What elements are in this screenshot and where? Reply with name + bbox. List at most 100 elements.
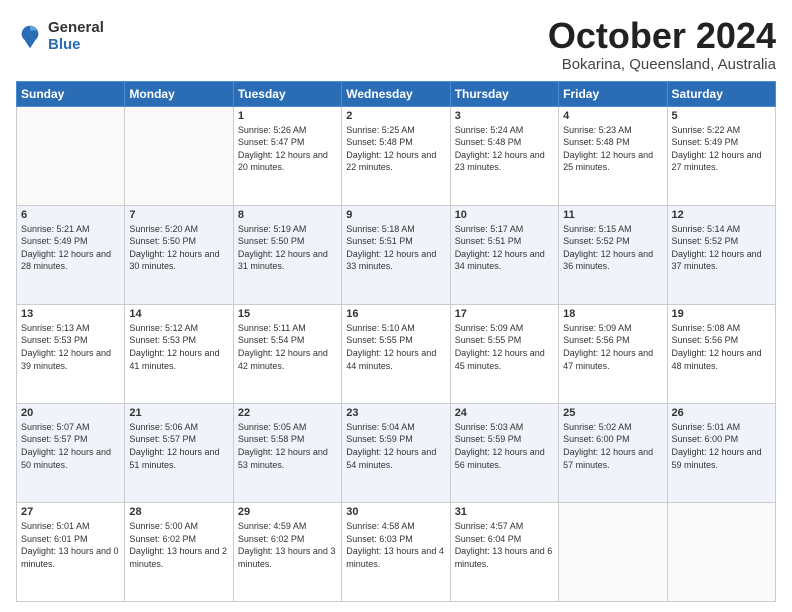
day-info: Sunrise: 5:01 AM Sunset: 6:01 PM Dayligh… [21,520,120,570]
table-row: 2Sunrise: 5:25 AM Sunset: 5:48 PM Daylig… [342,106,450,205]
table-row [17,106,125,205]
day-info: Sunrise: 5:09 AM Sunset: 5:55 PM Dayligh… [455,322,554,372]
logo: General Blue [16,20,104,53]
day-number: 16 [346,308,445,320]
table-row: 31 Sunrise: 4:57 AM Sunset: 6:04 PM Dayli… [450,502,558,601]
logo-blue-text: Blue [48,37,104,54]
table-row: 6 Sunrise: 5:21 AM Sunset: 5:49 PM Daylig… [17,205,125,304]
table-row: 16 Sunrise: 5:10 AM Sunset: 5:55 PM Dayli… [342,304,450,403]
day-info: Sunrise: 5:06 AM Sunset: 5:57 PM Dayligh… [129,421,228,471]
table-row: 7 Sunrise: 5:20 AM Sunset: 5:50 PM Daylig… [125,205,233,304]
day-info: Sunrise: 5:10 AM Sunset: 5:55 PM Dayligh… [346,322,445,372]
day-number: 27 [21,506,120,518]
table-row: 24 Sunrise: 5:03 AM Sunset: 5:59 PM Dayli… [450,403,558,502]
day-number: 19 [672,308,771,320]
table-row: 27 Sunrise: 5:01 AM Sunset: 6:01 PM Dayli… [17,502,125,601]
day-number: 25 [563,407,662,419]
col-saturday: Saturday [667,81,775,106]
table-row: 4 Sunrise: 5:23 AM Sunset: 5:48 PM Daylig… [559,106,667,205]
table-row: 11 Sunrise: 5:15 AM Sunset: 5:52 PM Dayli… [559,205,667,304]
logo-icon [16,23,44,51]
col-sunday: Sunday [17,81,125,106]
day-info: Sunrise: 5:24 AM Sunset: 5:48 PM Dayligh… [455,124,554,174]
day-number: 9 [346,209,445,221]
page: General Blue October 2024 Bokarina, Quee… [0,0,792,612]
day-number: 30 [346,506,445,518]
day-info: Sunrise: 5:21 AM Sunset: 5:49 PM Dayligh… [21,223,120,273]
table-row: 1 Sunrise: 5:26 AM Sunset: 5:47 PM Daylig… [233,106,341,205]
title-block: October 2024 Bokarina, Queensland, Austr… [548,16,776,73]
day-number: 2 [346,110,445,122]
table-row: 15Sunrise: 5:11 AM Sunset: 5:54 PM Dayli… [233,304,341,403]
table-row: 18 Sunrise: 5:09 AM Sunset: 5:56 PM Dayli… [559,304,667,403]
table-row: 12 Sunrise: 5:14 AM Sunset: 5:52 PM Dayli… [667,205,775,304]
table-row: 14 Sunrise: 5:12 AM Sunset: 5:53 PM Dayli… [125,304,233,403]
header: General Blue October 2024 Bokarina, Quee… [16,16,776,73]
table-row: 9 Sunrise: 5:18 AM Sunset: 5:51 PM Daylig… [342,205,450,304]
day-info: Sunrise: 5:04 AM Sunset: 5:59 PM Dayligh… [346,421,445,471]
day-info: Sunrise: 5:23 AM Sunset: 5:48 PM Dayligh… [563,124,662,174]
day-number: 21 [129,407,228,419]
day-info: Sunrise: 5:02 AM Sunset: 6:00 PM Dayligh… [563,421,662,471]
day-info: Sunrise: 5:17 AM Sunset: 5:51 PM Dayligh… [455,223,554,273]
day-number: 13 [21,308,120,320]
table-row: 22Sunrise: 5:05 AM Sunset: 5:58 PM Dayli… [233,403,341,502]
location: Bokarina, Queensland, Australia [548,56,776,73]
day-number: 14 [129,308,228,320]
table-row: 10 Sunrise: 5:17 AM Sunset: 5:51 PM Dayli… [450,205,558,304]
table-row: 29Sunrise: 4:59 AM Sunset: 6:02 PM Dayli… [233,502,341,601]
col-thursday: Thursday [450,81,558,106]
day-info: Sunrise: 5:20 AM Sunset: 5:50 PM Dayligh… [129,223,228,273]
day-info: Sunrise: 4:57 AM Sunset: 6:04 PM Dayligh… [455,520,554,570]
table-row [125,106,233,205]
logo-text: General Blue [48,20,104,53]
day-info: Sunrise: 5:08 AM Sunset: 5:56 PM Dayligh… [672,322,771,372]
day-info: Sunrise: 5:00 AM Sunset: 6:02 PM Dayligh… [129,520,228,570]
day-number: 18 [563,308,662,320]
day-number: 1 [238,110,337,122]
col-monday: Monday [125,81,233,106]
col-wednesday: Wednesday [342,81,450,106]
day-number: 31 [455,506,554,518]
day-number: 17 [455,308,554,320]
calendar: Sunday Monday Tuesday Wednesday Thursday… [16,81,776,602]
day-number: 10 [455,209,554,221]
day-info: Sunrise: 4:58 AM Sunset: 6:03 PM Dayligh… [346,520,445,570]
table-row: 19 Sunrise: 5:08 AM Sunset: 5:56 PM Dayli… [667,304,775,403]
day-info: Sunrise: 5:01 AM Sunset: 6:00 PM Dayligh… [672,421,771,471]
day-number: 24 [455,407,554,419]
calendar-body: 1 Sunrise: 5:26 AM Sunset: 5:47 PM Daylig… [17,106,776,601]
table-row: 21 Sunrise: 5:06 AM Sunset: 5:57 PM Dayli… [125,403,233,502]
day-info: Sunrise: 5:15 AM Sunset: 5:52 PM Dayligh… [563,223,662,273]
table-row: 17 Sunrise: 5:09 AM Sunset: 5:55 PM Dayli… [450,304,558,403]
day-info: Sunrise: 5:22 AM Sunset: 5:49 PM Dayligh… [672,124,771,174]
day-number: 22 [238,407,337,419]
day-info: Sunrise: 5:03 AM Sunset: 5:59 PM Dayligh… [455,421,554,471]
day-info: Sunrise: 4:59 AM Sunset: 6:02 PM Dayligh… [238,520,337,570]
header-row: Sunday Monday Tuesday Wednesday Thursday… [17,81,776,106]
day-number: 23 [346,407,445,419]
day-info: Sunrise: 5:26 AM Sunset: 5:47 PM Dayligh… [238,124,337,174]
day-number: 11 [563,209,662,221]
day-number: 20 [21,407,120,419]
day-info: Sunrise: 5:09 AM Sunset: 5:56 PM Dayligh… [563,322,662,372]
day-info: Sunrise: 5:18 AM Sunset: 5:51 PM Dayligh… [346,223,445,273]
day-info: Sunrise: 5:12 AM Sunset: 5:53 PM Dayligh… [129,322,228,372]
day-number: 5 [672,110,771,122]
day-number: 3 [455,110,554,122]
day-number: 12 [672,209,771,221]
col-friday: Friday [559,81,667,106]
day-number: 7 [129,209,228,221]
day-number: 4 [563,110,662,122]
logo-general-text: General [48,20,104,37]
day-info: Sunrise: 5:14 AM Sunset: 5:52 PM Dayligh… [672,223,771,273]
day-info: Sunrise: 5:07 AM Sunset: 5:57 PM Dayligh… [21,421,120,471]
day-number: 6 [21,209,120,221]
table-row: 3 Sunrise: 5:24 AM Sunset: 5:48 PM Daylig… [450,106,558,205]
table-row: 23 Sunrise: 5:04 AM Sunset: 5:59 PM Dayli… [342,403,450,502]
day-info: Sunrise: 5:13 AM Sunset: 5:53 PM Dayligh… [21,322,120,372]
table-row: 30 Sunrise: 4:58 AM Sunset: 6:03 PM Dayli… [342,502,450,601]
day-info: Sunrise: 5:11 AM Sunset: 5:54 PM Dayligh… [238,322,337,372]
day-info: Sunrise: 5:19 AM Sunset: 5:50 PM Dayligh… [238,223,337,273]
day-number: 28 [129,506,228,518]
